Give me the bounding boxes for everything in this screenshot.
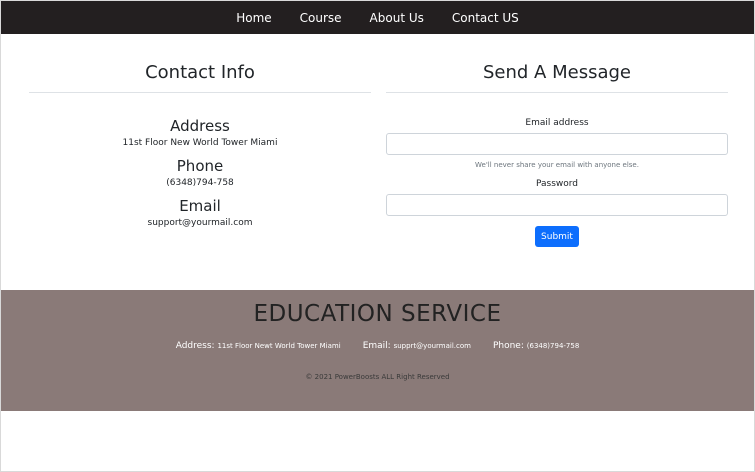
footer-address: Address: 11st Floor Newt World Tower Mia… <box>176 341 341 351</box>
footer-contacts: Address: 11st Floor Newt World Tower Mia… <box>1 341 754 351</box>
nav-course-link[interactable]: Course <box>300 11 342 25</box>
email-label: Email <box>179 197 221 215</box>
address-label: Address <box>170 117 230 135</box>
email-block: Email support@yourmail.com <box>29 197 371 228</box>
nav-about-link[interactable]: About Us <box>370 11 424 25</box>
contact-info-title: Contact Info <box>29 62 371 93</box>
footer: EDUCATION SERVICE Address: 11st Floor Ne… <box>1 290 754 411</box>
send-message-section: Send A Message Email address We'll never… <box>386 62 728 247</box>
footer-email-label: Email: <box>362 341 391 351</box>
footer-phone-value: (6348)794-758 <box>526 342 580 350</box>
send-message-title: Send A Message <box>386 62 728 93</box>
address-value: 11st Floor New World Tower Miami <box>122 138 278 148</box>
submit-button[interactable]: Submit <box>535 226 579 247</box>
footer-email: Email: supprt@yourmail.com <box>363 341 471 351</box>
contact-info-section: Contact Info Address 11st Floor New Worl… <box>29 62 371 228</box>
top-navbar: Home Course About Us Contact US <box>1 1 754 34</box>
nav-contact-link[interactable]: Contact US <box>452 11 519 25</box>
nav-home-link[interactable]: Home <box>236 11 271 25</box>
phone-block: Phone (6348)794-758 <box>29 157 371 188</box>
footer-phone-label: Phone: <box>492 341 524 351</box>
footer-copyright: © 2021 PowerBoosts ALL Right Reserved <box>305 373 450 381</box>
footer-address-label: Address: <box>175 341 215 351</box>
email-field-label: Email address <box>525 118 589 128</box>
email-value: support@yourmail.com <box>147 218 253 228</box>
message-form: Email address We'll never share your ema… <box>386 118 728 247</box>
footer-address-value: 11st Floor Newt World Tower Miami <box>217 342 341 350</box>
email-help-text: We'll never share your email with anyone… <box>475 161 639 169</box>
address-block: Address 11st Floor New World Tower Miami <box>29 117 371 148</box>
footer-email-value: supprt@yourmail.com <box>393 342 471 350</box>
password-field-label: Password <box>535 179 579 189</box>
footer-title: EDUCATION SERVICE <box>253 301 502 327</box>
footer-phone: Phone: (6348)794-758 <box>493 341 579 351</box>
phone-value: (6348)794-758 <box>166 178 234 188</box>
password-field[interactable] <box>386 194 728 216</box>
email-field[interactable] <box>386 133 728 155</box>
phone-label: Phone <box>176 157 224 175</box>
